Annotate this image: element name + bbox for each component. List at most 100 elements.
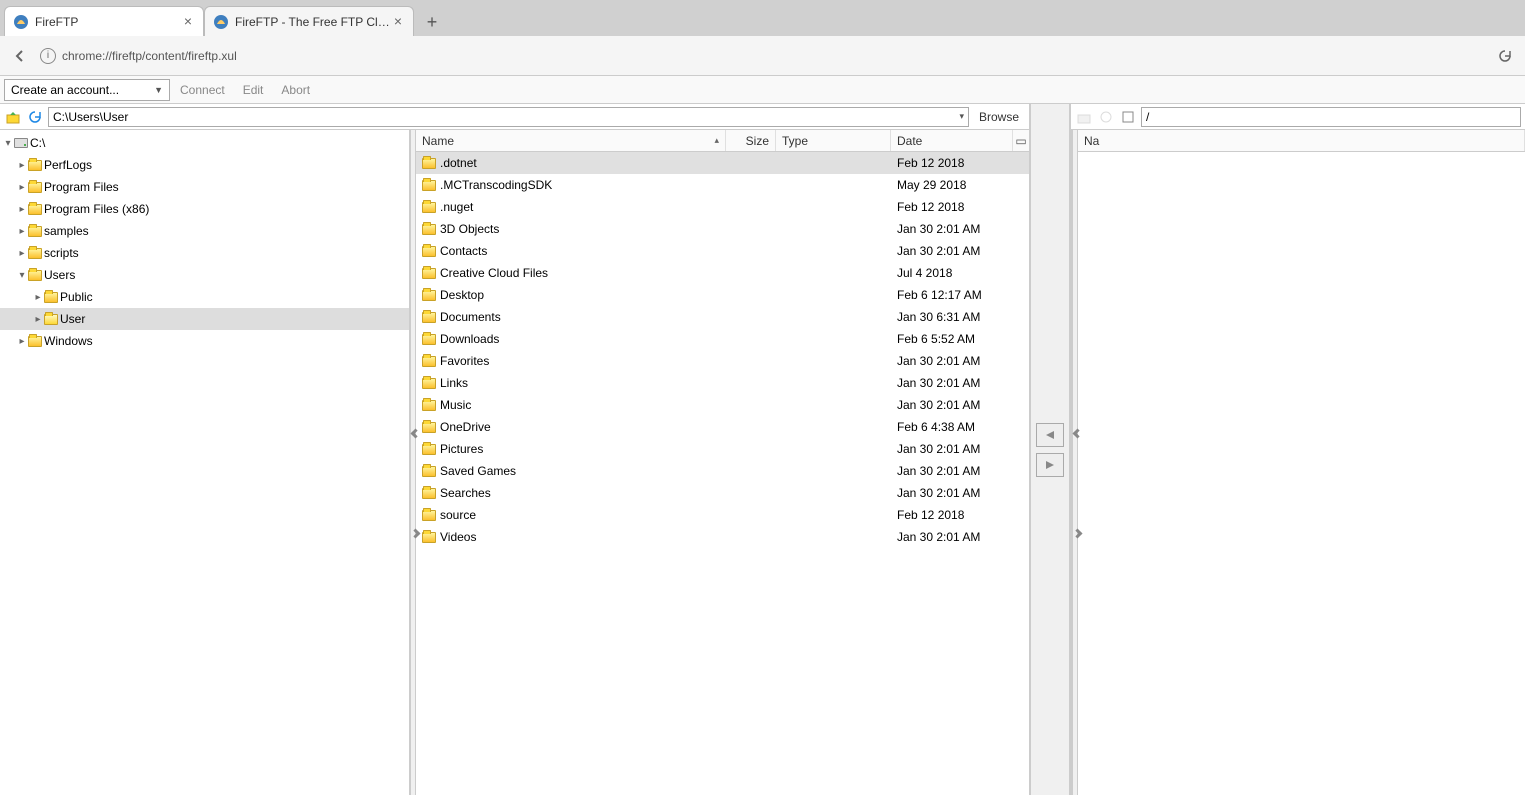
browser-tab-fireftp[interactable]: FireFTP × bbox=[4, 6, 204, 36]
col-name[interactable]: Name▴ bbox=[416, 130, 726, 151]
tree-item[interactable]: ▸Program Files bbox=[0, 176, 409, 198]
twisty-icon[interactable]: ▸ bbox=[16, 160, 28, 171]
up-dir-button[interactable] bbox=[1075, 108, 1093, 126]
edit-link[interactable]: Edit bbox=[235, 83, 272, 97]
file-row[interactable]: MusicJan 30 2:01 AM bbox=[416, 394, 1029, 416]
twisty-icon[interactable]: ▸ bbox=[16, 204, 28, 215]
file-row[interactable]: DocumentsJan 30 6:31 AM bbox=[416, 306, 1029, 328]
col-type[interactable]: Type bbox=[776, 130, 891, 151]
file-row[interactable]: LinksJan 30 2:01 AM bbox=[416, 372, 1029, 394]
file-row[interactable]: DesktopFeb 6 12:17 AM bbox=[416, 284, 1029, 306]
file-type bbox=[776, 504, 891, 526]
refresh-button[interactable] bbox=[26, 108, 44, 126]
download-button[interactable] bbox=[1036, 423, 1064, 447]
columns-menu-icon[interactable]: ▭ bbox=[1013, 134, 1029, 148]
tree-item[interactable]: ▸Windows bbox=[0, 330, 409, 352]
folder-icon bbox=[422, 510, 436, 521]
twisty-icon[interactable]: ▸ bbox=[16, 226, 28, 237]
close-icon[interactable]: × bbox=[391, 15, 405, 29]
twisty-icon[interactable]: ▸ bbox=[16, 336, 28, 347]
file-size bbox=[726, 416, 776, 438]
folder-icon bbox=[422, 400, 436, 411]
remote-path-text: / bbox=[1146, 110, 1149, 124]
new-tab-button[interactable]: + bbox=[418, 8, 446, 36]
col-size[interactable]: Size bbox=[726, 130, 776, 151]
col-date[interactable]: Date bbox=[891, 130, 1013, 151]
connect-link[interactable]: Connect bbox=[172, 83, 233, 97]
local-splitter[interactable] bbox=[410, 130, 416, 795]
folder-icon bbox=[28, 270, 42, 281]
twisty-icon[interactable]: ▸ bbox=[16, 182, 28, 193]
tree-root[interactable]: ▾C:\ bbox=[0, 132, 409, 154]
file-row[interactable]: DownloadsFeb 6 5:52 AM bbox=[416, 328, 1029, 350]
file-name: .MCTranscodingSDK bbox=[440, 178, 552, 192]
remote-columns: Na bbox=[1078, 130, 1525, 152]
local-rows[interactable]: .dotnetFeb 12 2018.MCTranscodingSDKMay 2… bbox=[416, 152, 1029, 795]
up-dir-button[interactable] bbox=[4, 108, 22, 126]
folder-icon bbox=[28, 336, 42, 347]
fireftp-favicon bbox=[213, 14, 229, 30]
tree-item[interactable]: ▸Program Files (x86) bbox=[0, 198, 409, 220]
twisty-icon[interactable]: ▾ bbox=[2, 138, 14, 149]
close-icon[interactable]: × bbox=[181, 15, 195, 29]
refresh-button[interactable] bbox=[1097, 108, 1115, 126]
local-path-input[interactable]: C:\Users\User ▾ bbox=[48, 107, 969, 127]
folder-icon bbox=[422, 312, 436, 323]
tree-item[interactable]: ▸ PerfLogs bbox=[0, 154, 409, 176]
twisty-icon[interactable]: ▸ bbox=[32, 292, 44, 303]
file-row[interactable]: .nuget Feb 12 2018 bbox=[416, 196, 1029, 218]
file-row[interactable]: .dotnetFeb 12 2018 bbox=[416, 152, 1029, 174]
remote-filelist: Na bbox=[1078, 130, 1525, 795]
file-row[interactable]: Saved GamesJan 30 2:01 AM bbox=[416, 460, 1029, 482]
file-row[interactable]: VideosJan 30 2:01 AM bbox=[416, 526, 1029, 548]
reload-button[interactable] bbox=[1493, 44, 1517, 68]
local-panel: C:\Users\User ▾ Browse ▾C:\ ▸ PerfLogs ▸Pro… bbox=[0, 104, 1030, 795]
change-dir-button[interactable] bbox=[1119, 108, 1137, 126]
file-size bbox=[726, 262, 776, 284]
file-row[interactable]: sourceFeb 12 2018 bbox=[416, 504, 1029, 526]
tree-label: PerfLogs bbox=[44, 158, 92, 172]
info-icon[interactable]: i bbox=[40, 48, 56, 64]
account-select[interactable]: Create an account... ▼ bbox=[4, 79, 170, 101]
file-row[interactable]: FavoritesJan 30 2:01 AM bbox=[416, 350, 1029, 372]
file-row[interactable]: OneDriveFeb 6 4:38 AM bbox=[416, 416, 1029, 438]
file-row[interactable]: .MCTranscodingSDKMay 29 2018 bbox=[416, 174, 1029, 196]
file-type bbox=[776, 306, 891, 328]
twisty-icon[interactable]: ▸ bbox=[16, 248, 28, 259]
tree-item[interactable]: ▸User bbox=[0, 308, 409, 330]
tree-item[interactable]: ▸Public bbox=[0, 286, 409, 308]
file-row[interactable]: SearchesJan 30 2:01 AM bbox=[416, 482, 1029, 504]
file-row[interactable]: Creative Cloud FilesJul 4 2018 bbox=[416, 262, 1029, 284]
file-row[interactable]: ContactsJan 30 2:01 AM bbox=[416, 240, 1029, 262]
file-size bbox=[726, 196, 776, 218]
tree-item[interactable]: ▸samples bbox=[0, 220, 409, 242]
tree-item[interactable]: ▾Users bbox=[0, 264, 409, 286]
remote-panel: / Na bbox=[1070, 104, 1525, 795]
url-display[interactable]: i chrome://fireftp/content/fireftp.xul bbox=[40, 48, 1485, 64]
twisty-icon[interactable]: ▾ bbox=[16, 270, 28, 281]
chevron-down-icon: ▼ bbox=[154, 85, 163, 95]
file-size bbox=[726, 504, 776, 526]
drive-icon bbox=[14, 138, 28, 148]
browser-tab-fireftp-site[interactable]: FireFTP - The Free FTP Clien × bbox=[204, 6, 414, 36]
workspace: C:\Users\User ▾ Browse ▾C:\ ▸ PerfLogs ▸Pro… bbox=[0, 104, 1525, 795]
browse-button[interactable]: Browse bbox=[973, 110, 1025, 124]
file-name: .nuget bbox=[440, 200, 473, 214]
tree-item[interactable]: ▸scripts bbox=[0, 242, 409, 264]
remote-splitter[interactable] bbox=[1072, 130, 1078, 795]
file-row[interactable]: PicturesJan 30 2:01 AM bbox=[416, 438, 1029, 460]
file-date: Feb 12 2018 bbox=[891, 196, 1029, 218]
col-name[interactable]: Na bbox=[1078, 130, 1525, 151]
twisty-icon[interactable]: ▸ bbox=[32, 314, 44, 325]
file-size bbox=[726, 152, 776, 174]
file-row[interactable]: 3D ObjectsJan 30 2:01 AM bbox=[416, 218, 1029, 240]
back-button[interactable] bbox=[8, 44, 32, 68]
local-filelist: Name▴ Size Type Date ▭ .dotnetFeb 12 201… bbox=[416, 130, 1029, 795]
file-size bbox=[726, 372, 776, 394]
remote-rows[interactable] bbox=[1078, 152, 1525, 795]
remote-path-input[interactable]: / bbox=[1141, 107, 1521, 127]
upload-button[interactable] bbox=[1036, 453, 1064, 477]
abort-link[interactable]: Abort bbox=[273, 83, 318, 97]
file-size bbox=[726, 460, 776, 482]
local-tree[interactable]: ▾C:\ ▸ PerfLogs ▸Program Files▸Program File… bbox=[0, 130, 410, 795]
